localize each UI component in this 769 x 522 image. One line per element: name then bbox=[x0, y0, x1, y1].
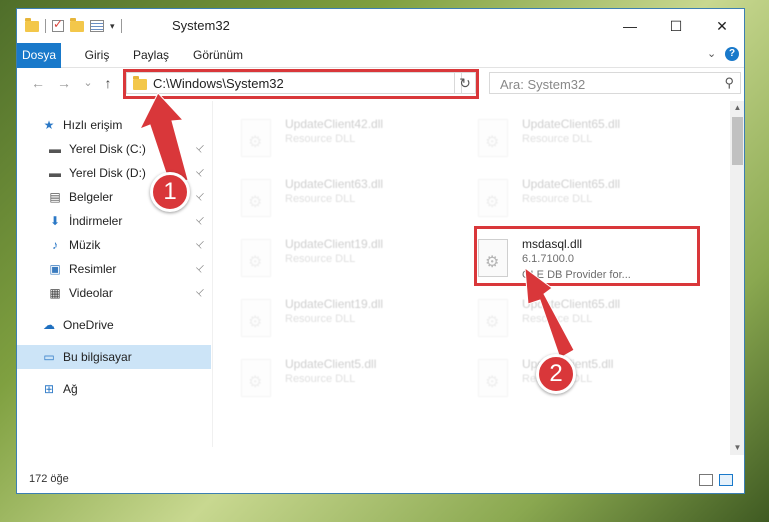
arrow-to-file bbox=[524, 266, 575, 359]
annotation-arrows bbox=[138, 92, 575, 359]
step-2-badge: 2 bbox=[536, 354, 576, 394]
arrow-to-address bbox=[138, 92, 189, 186]
step-1-badge: 1 bbox=[150, 172, 190, 212]
